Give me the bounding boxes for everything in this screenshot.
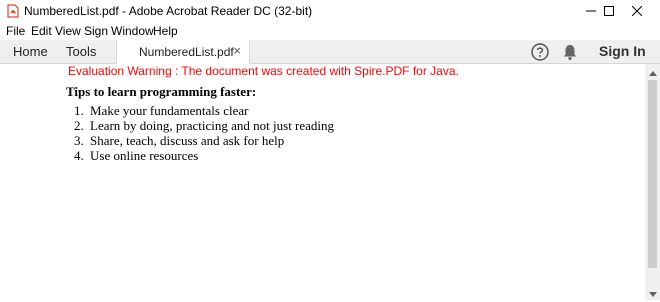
list-item-text: Share, teach, discuss and ask for help [90,133,285,148]
document-heading: Tips to learn programming faster: [66,84,257,99]
menu-view[interactable]: View [55,24,81,38]
close-icon [632,6,642,16]
scroll-up-button[interactable] [645,64,660,79]
window-title: NumberedList.pdf - Adobe Acrobat Reader … [24,4,313,18]
list-item-text: Make your fundamentals clear [90,103,249,118]
help-icon[interactable] [530,42,550,62]
tab-home[interactable]: Home [13,44,48,59]
close-tab-button[interactable]: × [233,43,241,58]
list-item-text: Use online resources [90,148,199,163]
scroll-down-icon [648,284,657,302]
list-item: 2. Learn by doing, practicing and not jus… [74,118,334,133]
numbered-list: 1. Make your fundamentals clear 2. Learn b… [74,103,334,163]
vertical-scrollbar[interactable] [645,64,660,300]
sign-in-button[interactable]: Sign In [599,43,646,59]
menu-window[interactable]: Window [111,24,154,38]
acrobat-pdf-icon [6,4,20,18]
menu-file[interactable]: File [6,24,25,38]
list-item-number: 2. [74,118,84,133]
close-window-button[interactable] [620,0,654,22]
list-item: 1. Make your fundamentals clear [74,103,334,118]
evaluation-warning: Evaluation Warning : The document was cr… [68,64,459,78]
document-tab-label: NumberedList.pdf [139,45,234,59]
tab-bar: Home Tools NumberedList.pdf × Sign In [0,40,660,64]
menu-bar: File Edit View Sign Window Help [0,22,660,40]
menu-edit[interactable]: Edit [31,24,52,38]
tab-tools[interactable]: Tools [66,44,96,59]
tab-document[interactable]: NumberedList.pdf × [116,40,250,64]
scroll-thumb[interactable] [648,80,657,268]
scroll-down-button[interactable] [645,285,660,300]
list-item-number: 1. [74,103,84,118]
menu-sign[interactable]: Sign [84,24,108,38]
list-item-text: Learn by doing, practicing and not just … [90,118,335,133]
maximize-icon [604,6,614,16]
list-item-number: 4. [74,148,84,163]
list-item-number: 3. [74,133,84,148]
list-item: 3. Share, teach, discuss and ask for help [74,133,334,148]
scroll-up-icon [648,63,657,81]
list-item: 4. Use online resources [74,148,334,163]
bell-icon[interactable] [562,43,578,61]
menu-help[interactable]: Help [153,24,178,38]
title-bar: NumberedList.pdf - Adobe Acrobat Reader … [0,0,660,22]
